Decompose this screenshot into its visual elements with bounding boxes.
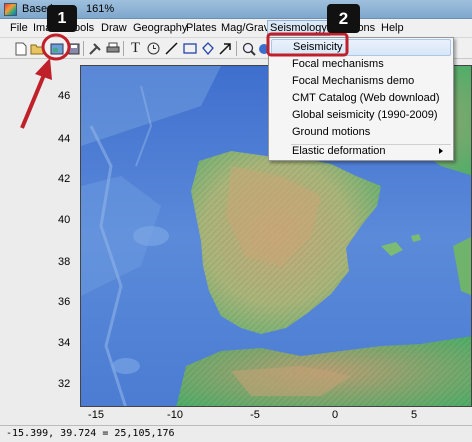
- annotation-arrow: [20, 69, 48, 129]
- annotation-overlay: [20, 32, 349, 129]
- highlight-circle: [41, 33, 71, 61]
- step-callout-1: 1: [47, 5, 77, 32]
- step-callout-2: 2: [327, 4, 360, 33]
- arrow-head: [35, 58, 52, 80]
- highlight-rectangle: [266, 32, 349, 57]
